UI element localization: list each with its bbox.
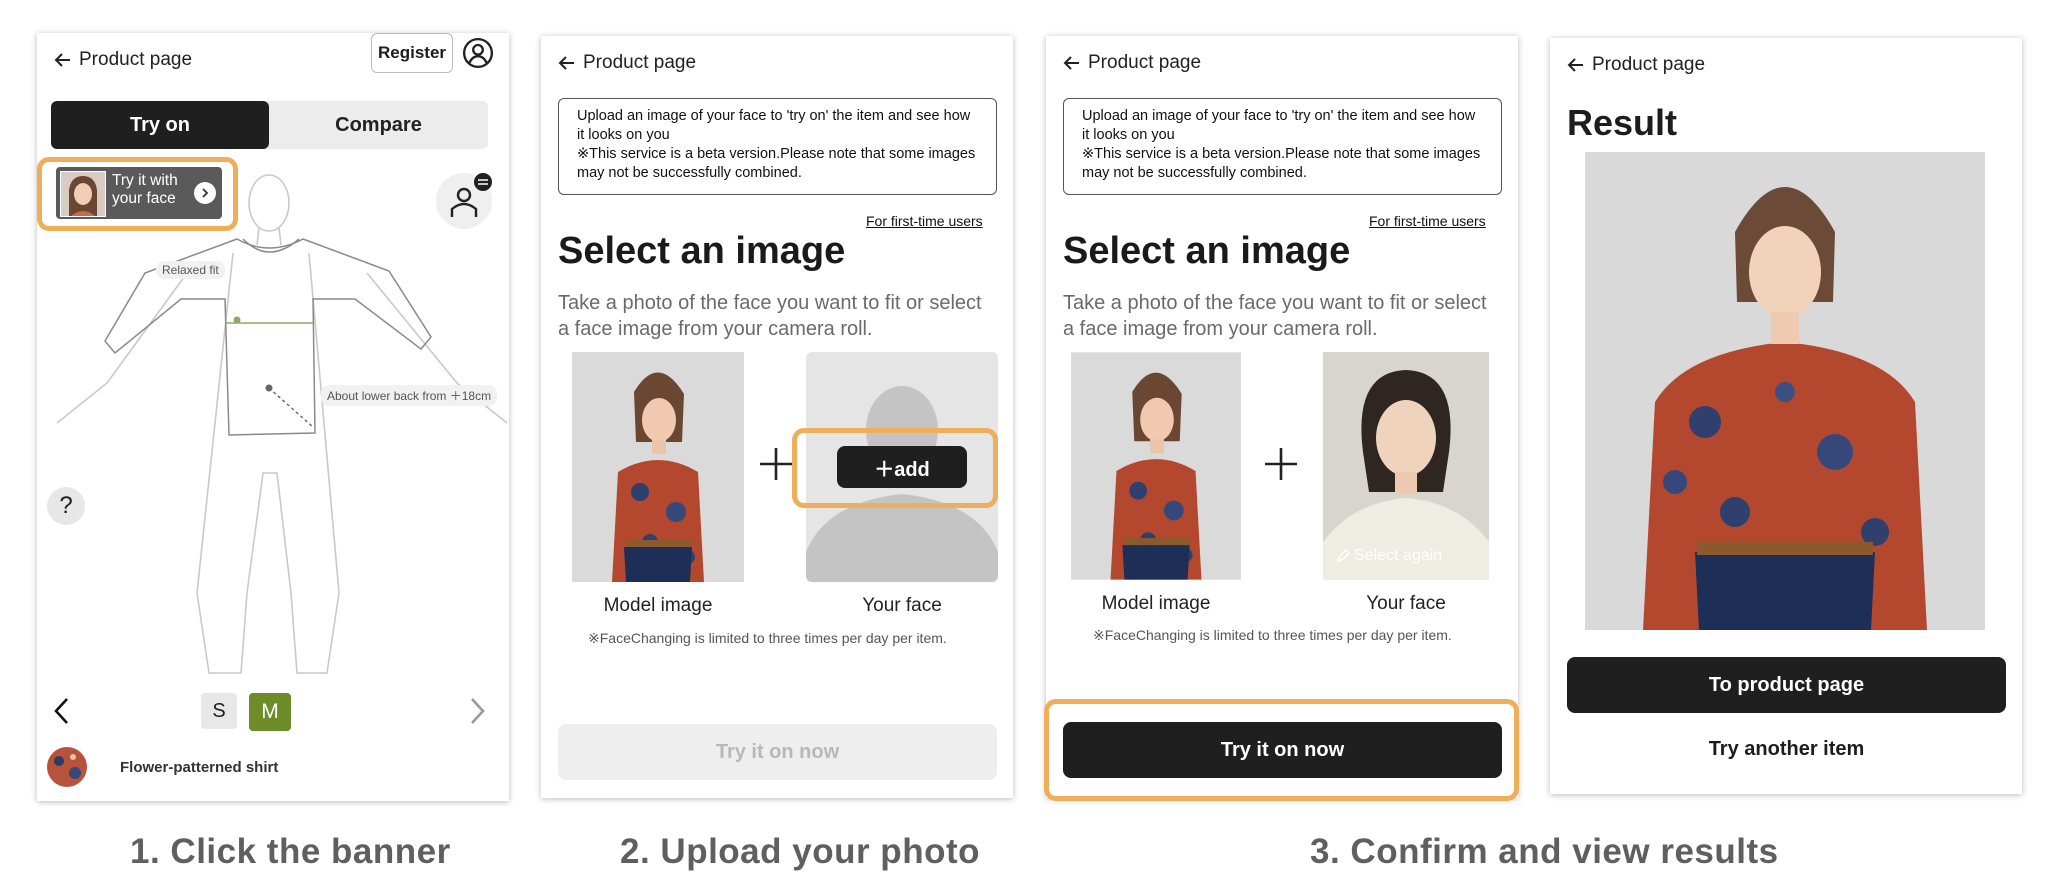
- tab-compare[interactable]: Compare: [269, 101, 488, 149]
- tab-compare-label: Compare: [335, 113, 422, 136]
- product-thumbnail: [47, 747, 87, 787]
- highlight-add-button: [792, 428, 998, 508]
- next-arrow-icon[interactable]: [467, 696, 487, 726]
- caption-step-2: 2. Upload your photo: [620, 832, 980, 871]
- try-now-label: Try it on now: [715, 740, 840, 763]
- back-arrow-icon: [54, 53, 70, 67]
- garment-illustration: [56, 174, 508, 674]
- prev-arrow-icon[interactable]: [52, 696, 72, 726]
- account-icon[interactable]: [462, 37, 494, 69]
- your-face-caption: Your face: [862, 595, 942, 616]
- length-annotation: About lower back from ＋18cm: [321, 385, 498, 406]
- model-image-caption: Model image: [1101, 593, 1211, 614]
- top-bar: Product page Register: [37, 33, 509, 89]
- size-option-m[interactable]: M: [249, 693, 291, 731]
- select-again-label: Select again: [1354, 547, 1443, 564]
- back-arrow-icon: [1063, 56, 1079, 70]
- first-time-users-link[interactable]: For first-time users: [866, 213, 983, 229]
- fit-annotation-label: Relaxed fit: [162, 263, 219, 277]
- your-face-caption: Your face: [1366, 593, 1446, 614]
- tab-try-on-label: Try on: [129, 113, 190, 136]
- select-again-button[interactable]: Select again: [1336, 547, 1442, 565]
- result-title: Result: [1567, 102, 1678, 143]
- size-m-label: M: [261, 700, 279, 723]
- help-label: ?: [59, 492, 73, 519]
- back-arrow-icon: [1567, 58, 1583, 72]
- back-label: Product page: [583, 52, 697, 73]
- select-image-subtext: Take a photo of the face you want to fit…: [1063, 292, 1487, 340]
- back-button[interactable]: Product page: [1062, 52, 1201, 74]
- back-arrow-icon: [558, 56, 574, 70]
- back-button[interactable]: Product page: [53, 49, 192, 71]
- try-it-on-now-button-disabled[interactable]: Try it on now: [558, 724, 997, 780]
- result-image: [1585, 152, 1985, 630]
- to-product-page-button[interactable]: To product page: [1567, 657, 2006, 713]
- result-photo: [1585, 152, 1985, 630]
- screen-upload: Product page Upload an image of your fac…: [541, 36, 1013, 798]
- screen-result: Product page Result To product page Try …: [1550, 38, 2022, 794]
- select-image-heading: Select an image: [558, 230, 846, 272]
- length-annotation-label: About lower back from ＋18cm: [327, 389, 492, 403]
- first-time-users-link[interactable]: For first-time users: [1369, 213, 1486, 229]
- model-image-caption: Model image: [603, 595, 713, 616]
- fit-annotation: Relaxed fit: [156, 261, 225, 279]
- register-button[interactable]: Register: [371, 33, 453, 73]
- help-button[interactable]: ?: [47, 487, 85, 525]
- plus-icon: [1265, 448, 1297, 480]
- plus-icon: [760, 448, 792, 480]
- limit-note: ※FaceChanging is limited to three times …: [1093, 627, 1452, 643]
- screen-product-page: Product page Register Try on Compare Rel…: [37, 33, 509, 801]
- back-label: Product page: [79, 49, 193, 70]
- size-option-s[interactable]: S: [201, 693, 237, 729]
- back-label: Product page: [1592, 54, 1706, 75]
- select-image-subtext: Take a photo of the face you want to fit…: [558, 292, 982, 340]
- limit-note: ※FaceChanging is limited to three times …: [588, 630, 947, 646]
- caption-step-1: 1. Click the banner: [130, 832, 451, 871]
- highlight-try-now-button: [1044, 699, 1519, 801]
- info-box: Upload an image of your face to 'try on'…: [558, 98, 997, 195]
- edit-icon: [1336, 549, 1350, 563]
- size-s-label: S: [212, 699, 226, 722]
- info-box: Upload an image of your face to 'try on'…: [1063, 98, 1502, 195]
- model-photo: [1071, 352, 1241, 580]
- model-image: [572, 352, 744, 582]
- model-image: [1071, 352, 1241, 580]
- product-name: Flower-patterned shirt: [120, 759, 279, 776]
- tab-try-on[interactable]: Try on: [51, 101, 269, 149]
- face-photo: [1323, 352, 1489, 580]
- register-label: Register: [377, 43, 447, 62]
- selected-face-image[interactable]: [1323, 352, 1489, 580]
- caption-step-3: 3. Confirm and view results: [1310, 832, 1779, 871]
- person-settings-icon: [450, 173, 492, 217]
- select-image-heading: Select an image: [1063, 230, 1351, 272]
- back-button[interactable]: Product page: [557, 52, 696, 74]
- back-button[interactable]: Product page: [1566, 54, 1705, 76]
- to-product-label: To product page: [1708, 673, 1865, 696]
- highlight-banner: [37, 157, 238, 231]
- fit-settings-button[interactable]: [436, 173, 492, 229]
- screen-confirm: Product page Upload an image of your fac…: [1046, 36, 1518, 798]
- try-another-item-link[interactable]: Try another item: [1567, 738, 2006, 761]
- model-photo: [572, 352, 744, 582]
- tab-bar: Try on Compare: [51, 101, 488, 149]
- try-another-label: Try another item: [1708, 738, 1865, 760]
- back-label: Product page: [1088, 52, 1202, 73]
